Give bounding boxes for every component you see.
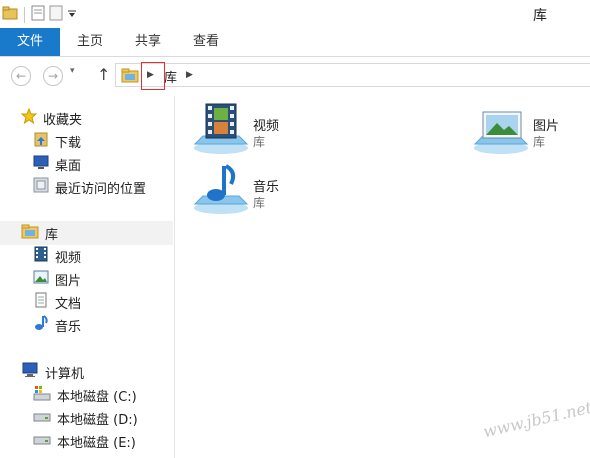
ribbon-tabs: 文件 主页 共享 查看 (0, 28, 590, 57)
tab-view[interactable]: 查看 (182, 28, 230, 56)
desktop-icon (33, 154, 49, 174)
back-arrow-icon: ← (15, 69, 27, 83)
sidebar-item-label: 本地磁盘 (D:) (57, 412, 138, 428)
tab-file[interactable]: 文件 (0, 28, 60, 56)
title-bar: 库 (0, 0, 590, 29)
sidebar-item-favorites[interactable]: 收藏夹 (20, 107, 83, 128)
libraries-folder-icon (121, 67, 139, 86)
breadcrumb-libraries[interactable]: 库 (164, 67, 177, 86)
music-library-icon (193, 162, 249, 219)
back-button[interactable]: ← (11, 66, 31, 86)
tile-type: 库 (253, 135, 266, 149)
sidebar-item-downloads[interactable]: 下载 (33, 131, 81, 151)
sidebar-item-drive-e[interactable]: 本地磁盘 (E:) (33, 431, 136, 451)
sidebar-item-label: 收藏夹 (43, 112, 83, 128)
computer-icon (21, 362, 39, 382)
hard-drive-icon (33, 431, 51, 451)
sidebar-item-label: 文档 (55, 296, 82, 312)
libraries-icon (21, 223, 39, 243)
recent-locations-chevron-icon[interactable]: ▾ (70, 66, 75, 76)
sidebar-item-label: 视频 (55, 250, 82, 266)
video-library-icon (193, 102, 249, 159)
library-tile-pictures[interactable]: 图片 库 (473, 102, 583, 158)
tile-type: 库 (533, 135, 546, 149)
up-arrow-icon[interactable]: ↑ (97, 65, 110, 84)
sidebar-item-label: 计算机 (45, 366, 85, 382)
sidebar-item-desktop[interactable]: 桌面 (33, 154, 81, 174)
library-tile-videos[interactable]: 视频 库 (193, 102, 333, 158)
sidebar-item-label: 本地磁盘 (C:) (57, 389, 137, 405)
sidebar-item-drive-c[interactable]: 本地磁盘 (C:) (33, 385, 137, 405)
document-icon (33, 292, 49, 312)
library-tile-music[interactable]: 音乐 库 (193, 162, 333, 218)
recent-places-icon (33, 177, 49, 197)
breadcrumb-chevron-icon[interactable]: ▶ (186, 70, 193, 80)
music-note-icon (33, 315, 49, 335)
new-folder-icon[interactable] (49, 5, 63, 24)
properties-icon[interactable] (31, 5, 45, 24)
sidebar-item-label: 桌面 (55, 158, 82, 174)
toolbar-divider (24, 6, 25, 23)
content-pane: 视频 库 图片 库 音乐 库 (175, 96, 590, 458)
picture-icon (33, 269, 49, 289)
system-drive-icon (33, 385, 51, 405)
sidebar-item-libraries[interactable]: 库 (21, 223, 58, 243)
window-title: 库 (533, 8, 547, 24)
sidebar-item-label: 本地磁盘 (E:) (57, 435, 136, 451)
navigation-bar: ← → ▾ ↑ ▶ 库 ▶ (0, 57, 590, 93)
pictures-library-icon (473, 102, 529, 159)
sidebar-item-label: 库 (45, 227, 59, 243)
tile-name: 音乐 (253, 180, 280, 195)
tile-name: 视频 (253, 119, 280, 134)
sidebar-item-videos[interactable]: 视频 (33, 246, 81, 266)
hard-drive-icon (33, 408, 51, 428)
address-bar[interactable]: ▶ 库 ▶ (115, 63, 590, 87)
quick-access-toolbar (2, 5, 77, 24)
sidebar-item-pictures[interactable]: 图片 (33, 269, 81, 289)
forward-button[interactable]: → (43, 66, 63, 86)
film-icon (33, 246, 49, 266)
forward-arrow-icon: → (47, 69, 59, 83)
star-icon (20, 107, 38, 128)
customize-toolbar-icon[interactable] (67, 5, 77, 24)
sidebar-item-music[interactable]: 音乐 (33, 315, 81, 335)
sidebar-item-label: 音乐 (55, 319, 82, 335)
sidebar-item-recent-places[interactable]: 最近访问的位置 (33, 177, 146, 197)
download-icon (33, 131, 49, 151)
folder-icon (2, 6, 18, 23)
sidebar-item-computer[interactable]: 计算机 (21, 362, 84, 382)
tab-home[interactable]: 主页 (66, 28, 114, 56)
navigation-pane: 收藏夹 下载 桌面 最近访问的位置 库 视频 图片 文档 音乐 计算机 本地磁盘… (0, 96, 175, 458)
tab-share[interactable]: 共享 (124, 28, 172, 56)
sidebar-item-drive-d[interactable]: 本地磁盘 (D:) (33, 408, 138, 428)
sidebar-item-label: 下载 (55, 135, 82, 151)
tile-name: 图片 (533, 119, 560, 134)
highlight-box (141, 62, 165, 90)
sidebar-item-label: 图片 (55, 273, 82, 289)
tile-type: 库 (253, 196, 266, 210)
sidebar-item-documents[interactable]: 文档 (33, 292, 81, 312)
sidebar-item-label: 最近访问的位置 (55, 181, 147, 197)
